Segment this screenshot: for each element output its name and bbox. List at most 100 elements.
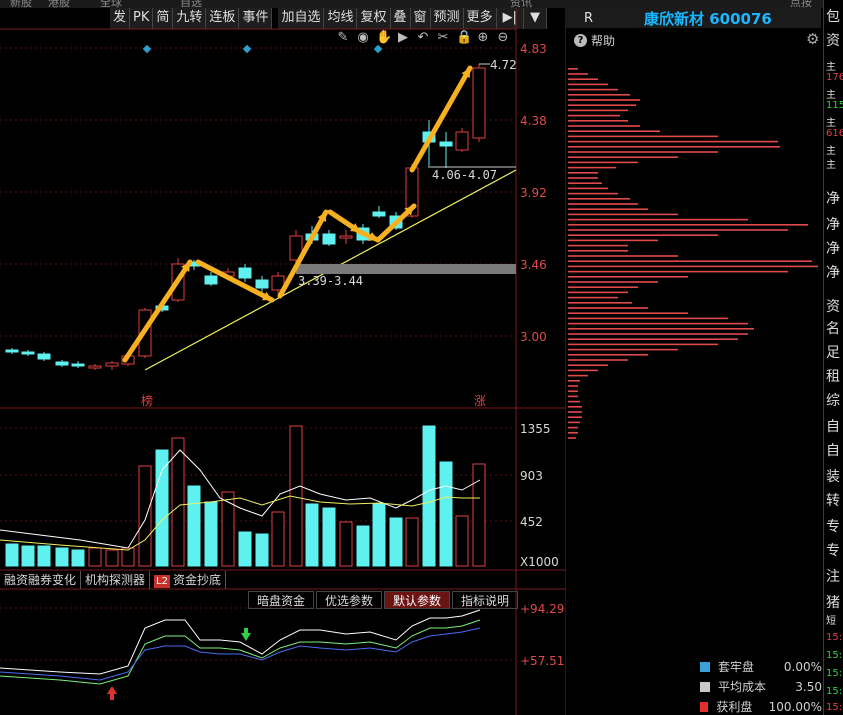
far-right-item: 专 [826, 519, 840, 535]
tab-label: 资金抄底 [172, 573, 221, 587]
far-right-item: 主 [826, 160, 836, 171]
legend-swatch [700, 661, 710, 672]
volume-axis-label: 452 [520, 515, 543, 529]
l2-badge: L2 [154, 575, 170, 588]
indicator-axis-label: +94.29 [520, 602, 565, 616]
far-right-item: 自 [826, 419, 840, 435]
param-tab-3[interactable]: 指标说明 [452, 591, 519, 609]
chip-bar [568, 437, 576, 439]
chip-bar [568, 182, 602, 184]
legend-value: 0.00% [783, 659, 822, 674]
volume-bar [422, 425, 436, 567]
candle-body [204, 275, 218, 285]
volume-bar [21, 545, 35, 567]
price-axis-label: 4.38 [520, 114, 547, 128]
chip-bar [568, 333, 748, 335]
volume-axis-label: 903 [520, 469, 543, 483]
candle-body [455, 131, 469, 151]
chip-bar [568, 354, 648, 356]
chip-bar [568, 250, 628, 252]
far-right-item: 资 [826, 33, 840, 49]
chip-bar [568, 364, 608, 366]
candle-body [5, 349, 19, 353]
far-right-item: 主 [826, 90, 836, 101]
chip-bar [568, 406, 582, 408]
candle-body [71, 363, 85, 367]
top-nav-item[interactable]: 点按 [790, 0, 812, 8]
indicator-axis-label: +57.51 [520, 654, 565, 668]
legend-label: 套牢盘 [718, 660, 755, 674]
chip-bar [568, 172, 598, 174]
chip-bar [568, 426, 578, 429]
marker-zhang[interactable]: 涨 [474, 392, 486, 409]
indicator-tab-0[interactable]: 融资融券变化 [0, 571, 82, 589]
volume-bar [305, 503, 319, 567]
far-right-item: 净 [826, 191, 840, 207]
volume-axis-label: X1000 [520, 555, 559, 569]
candle-body [105, 362, 119, 367]
indicator-tab-2[interactable]: L2 资金抄底 [150, 571, 226, 589]
chip-bar [568, 73, 588, 75]
param-tabs: 暗盘资金 优选参数 默认参数 指标说明 [248, 591, 520, 609]
chip-bar [568, 390, 578, 392]
chip-bar [568, 198, 630, 200]
chip-bar [568, 109, 628, 112]
chip-bar [568, 296, 618, 299]
far-right-item: 名 [826, 321, 840, 337]
chip-bar [568, 286, 638, 288]
chip-bar [568, 68, 578, 70]
help-link[interactable]: ? 帮助 [574, 32, 615, 49]
chip-bar [568, 130, 660, 132]
volume-bar [221, 491, 235, 567]
volume-bar [5, 543, 19, 567]
chip-bar [568, 369, 598, 372]
legend-value: 100.00% [768, 699, 822, 714]
far-right-item: 转 [826, 493, 840, 509]
indicator-tab-1[interactable]: 机构探测器 [81, 571, 151, 589]
chip-bar [568, 88, 618, 91]
buy-arrow-icon [107, 686, 117, 700]
volume-axis-label: 1355 [520, 422, 551, 436]
price-axis-label: 3.92 [520, 186, 547, 200]
support-band [296, 264, 516, 274]
chip-bar [568, 125, 640, 127]
chip-bar [568, 177, 598, 179]
stock-title[interactable]: 康欣新材 600076 [644, 8, 772, 29]
chip-bar [568, 255, 678, 257]
chip-bar [568, 302, 632, 304]
volume-bar [455, 515, 469, 567]
chip-bar [568, 307, 648, 309]
param-tab-0[interactable]: 暗盘资金 [248, 591, 315, 609]
chip-bar [568, 432, 578, 434]
far-right-item: 616 [826, 128, 843, 139]
candle-body [238, 267, 252, 279]
range-low-label: 3.39-3.44 [298, 274, 364, 288]
tab-label: 机构探测器 [85, 573, 146, 587]
indicator-tabs: 融资融券变化 机构探测器 L2 资金抄底 [0, 571, 226, 589]
chip-bar [568, 385, 578, 387]
price-axis-label: 3.00 [520, 330, 547, 344]
candle-body [439, 141, 453, 147]
volume-bar [71, 549, 85, 567]
far-right-item: 综 [826, 393, 840, 409]
price-axis-label: 3.46 [520, 258, 547, 272]
far-right-item: 115 [826, 100, 843, 111]
gear-icon[interactable]: ⚙ [806, 30, 819, 48]
candle-body [472, 67, 486, 139]
legend-row: 获利盘 100.00% [700, 698, 822, 715]
event-diamond-icon [242, 44, 252, 54]
far-right-item: 装 [826, 469, 840, 485]
chip-bar [568, 421, 580, 424]
volume-bar [472, 463, 486, 567]
candle-body [37, 353, 51, 360]
chip-bar [568, 374, 588, 377]
legend-value: 3.50 [795, 679, 822, 694]
chip-bar [568, 213, 678, 216]
param-tab-1[interactable]: 优选参数 [316, 591, 383, 609]
chip-bar [568, 322, 748, 325]
marker-bang[interactable]: 榜 [141, 392, 153, 409]
param-tab-2[interactable]: 默认参数 [384, 591, 451, 609]
volume-bar [271, 511, 285, 567]
chip-bar [568, 99, 640, 101]
legend-swatch [700, 681, 710, 692]
